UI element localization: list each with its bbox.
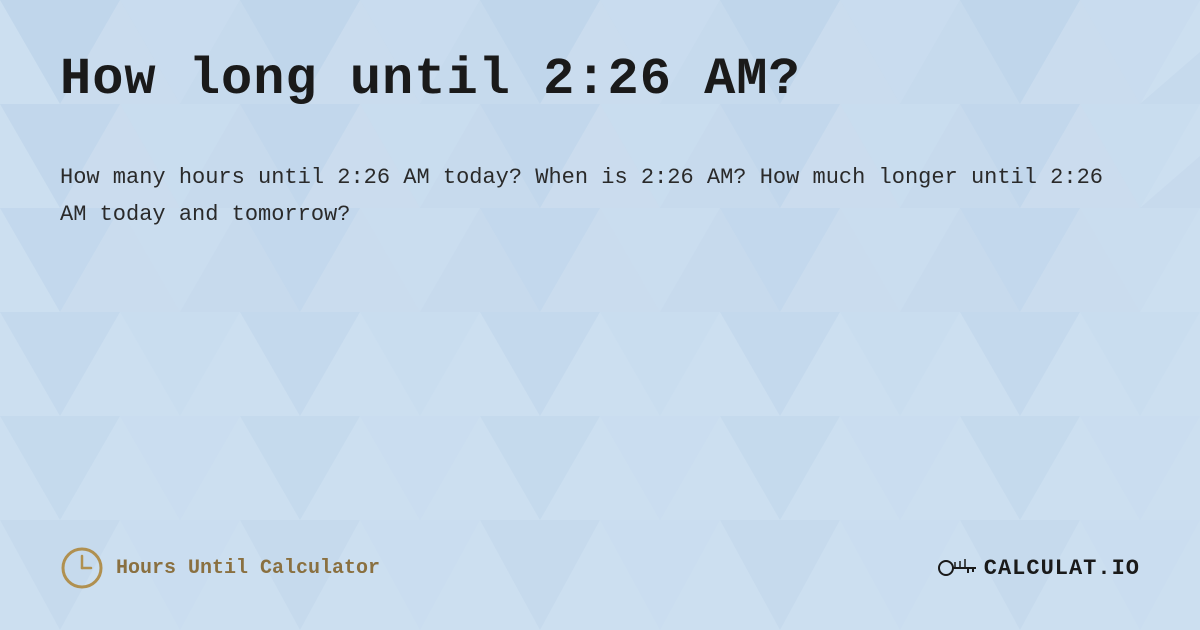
logo-text: CALCULAT.IO xyxy=(984,556,1140,581)
footer-brand: Hours Until Calculator xyxy=(60,546,380,590)
footer-logo: CALCULAT.IO xyxy=(938,553,1140,583)
brand-label: Hours Until Calculator xyxy=(116,557,380,580)
clock-icon xyxy=(60,546,104,590)
logo-icon xyxy=(938,553,978,583)
page-title: How long until 2:26 AM? xyxy=(60,50,1140,109)
footer: Hours Until Calculator CALCULAT.IO xyxy=(60,526,1140,590)
page-description: How many hours until 2:26 AM today? When… xyxy=(60,159,1110,234)
